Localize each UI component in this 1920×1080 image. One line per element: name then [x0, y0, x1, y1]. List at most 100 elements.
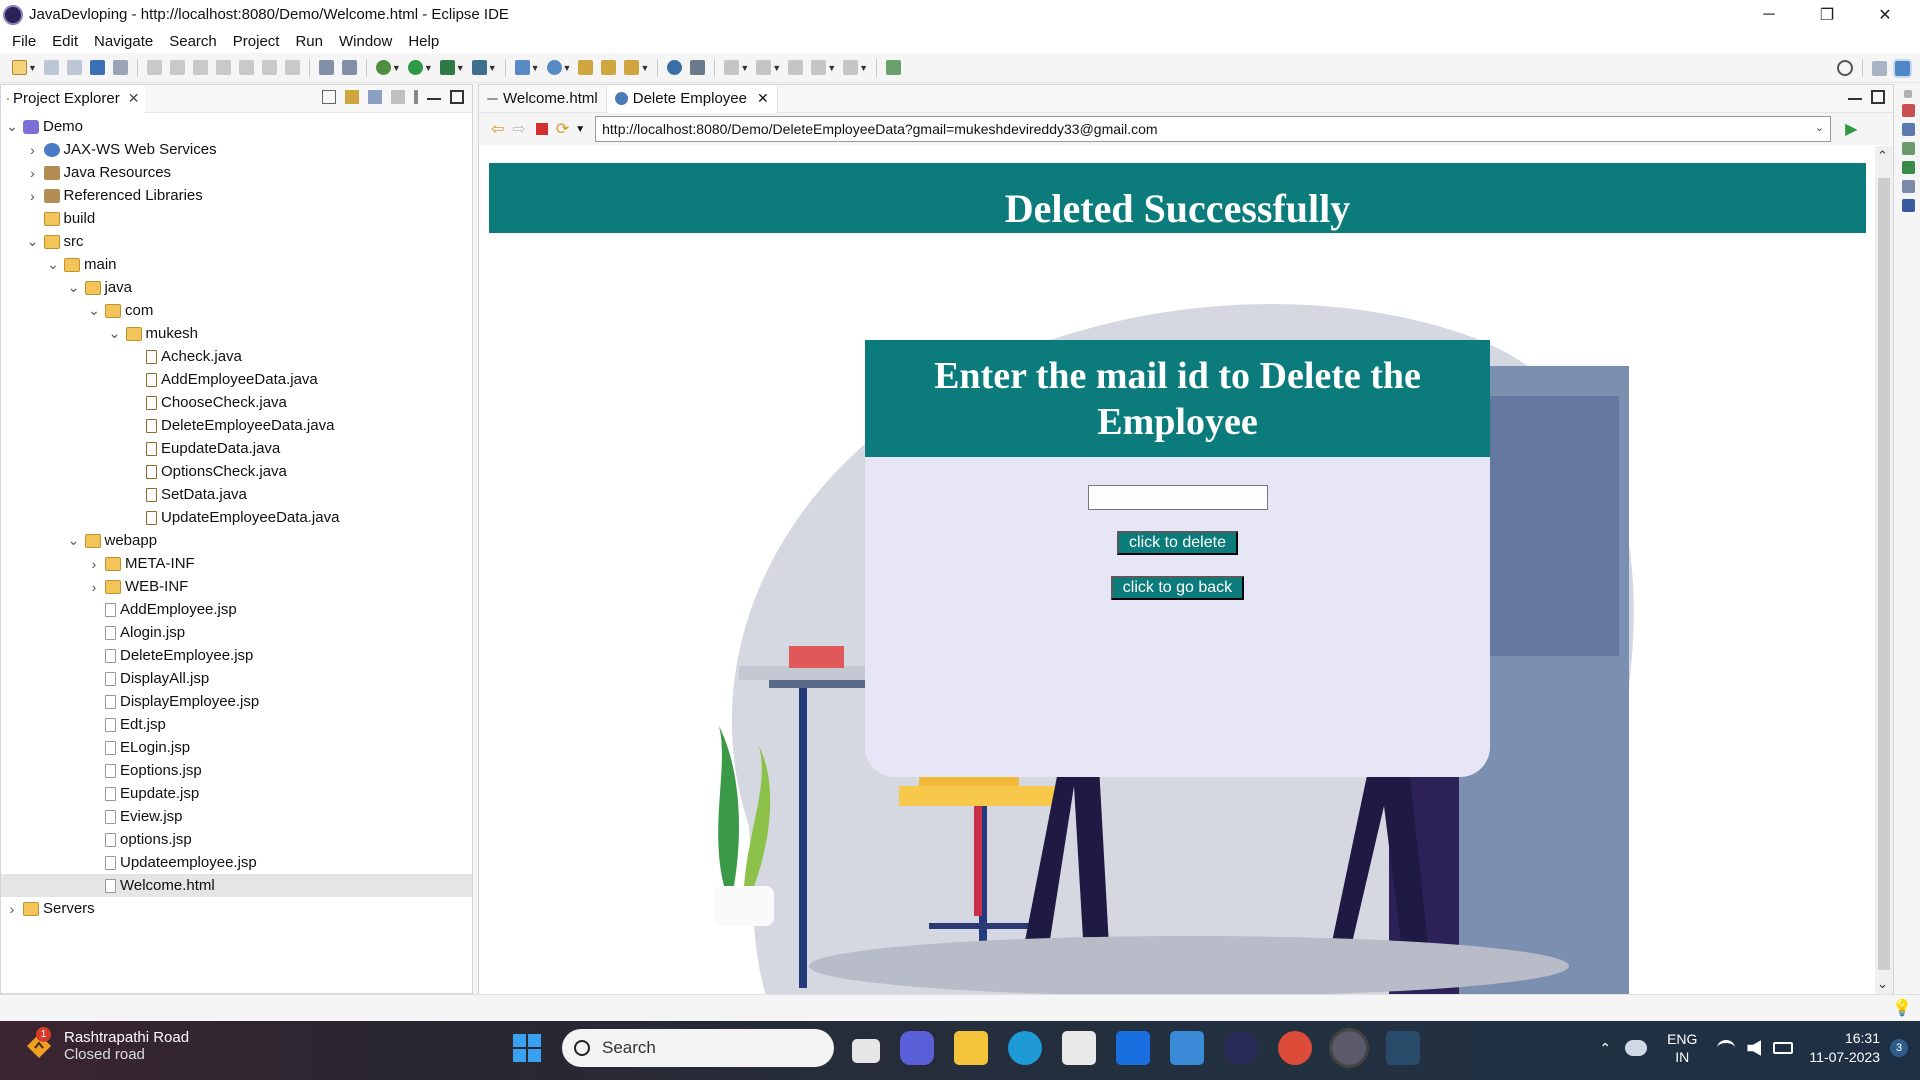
menu-edit[interactable]: Edit — [44, 33, 86, 50]
tree-item[interactable]: ⌄ webapp — [1, 529, 472, 552]
chevron-down-icon[interactable]: ⌄ — [87, 302, 101, 319]
chevron-down-icon[interactable]: ▼ — [28, 63, 37, 73]
tree-item[interactable]: DisplayAll.jsp — [1, 667, 472, 690]
previous-annotation-icon[interactable] — [756, 60, 772, 75]
open-type-icon[interactable] — [578, 60, 594, 75]
menu-search[interactable]: Search — [161, 33, 225, 50]
teams-chat-icon[interactable] — [900, 1031, 934, 1065]
forward-icon[interactable] — [843, 60, 859, 75]
chevron-down-icon[interactable]: ⌄ — [67, 279, 81, 296]
tree-item[interactable]: SetData.java — [1, 483, 472, 506]
collapse-all-icon[interactable] — [322, 90, 336, 104]
restore-views-icon[interactable] — [1904, 90, 1912, 98]
refresh-icon[interactable]: ⟳ — [556, 119, 569, 139]
tree-item[interactable]: ⌄ Demo — [1, 115, 472, 138]
weather-widget[interactable]: 1 Rashtrapathi Road Closed road — [24, 1027, 189, 1063]
scrollbar-thumb[interactable] — [1878, 178, 1890, 970]
email-input[interactable] — [1087, 485, 1268, 510]
tree-item[interactable]: options.jsp — [1, 828, 472, 851]
search-icon[interactable] — [1837, 60, 1853, 76]
tree-item[interactable]: ⌄ src — [1, 230, 472, 253]
new-class-icon[interactable] — [546, 60, 562, 75]
chevron-down-icon[interactable]: ▼ — [859, 63, 868, 73]
open-task-icon[interactable] — [601, 60, 617, 75]
menu-file[interactable]: File — [4, 33, 44, 50]
chevron-down-icon[interactable]: ▼ — [563, 63, 572, 73]
tree-item[interactable]: › Java Resources — [1, 161, 472, 184]
data-source-icon[interactable] — [1901, 161, 1915, 174]
chrome-icon[interactable] — [1278, 1031, 1312, 1065]
tree-item[interactable]: build — [1, 207, 472, 230]
properties-icon[interactable] — [1901, 123, 1915, 136]
chevron-right-icon[interactable]: › — [5, 901, 19, 917]
tree-item[interactable]: AddEmployeeData.java — [1, 368, 472, 391]
close-window-button[interactable]: ✕ — [1856, 0, 1914, 29]
tree-item[interactable]: OptionsCheck.java — [1, 460, 472, 483]
chevron-down-icon[interactable]: ▼ — [392, 63, 401, 73]
save-icon[interactable] — [43, 60, 59, 75]
tree-item[interactable]: ⌄ java — [1, 276, 472, 299]
chevron-down-icon[interactable]: ⌄ — [26, 233, 40, 250]
wifi-icon[interactable] — [1717, 1040, 1736, 1056]
chevron-down-icon[interactable]: ⌄ — [46, 256, 60, 273]
chevron-down-icon[interactable]: ▼ — [575, 124, 585, 135]
menu-project[interactable]: Project — [225, 33, 288, 50]
minimize-button[interactable]: ─ — [1740, 0, 1798, 29]
tree-item[interactable]: Edt.jsp — [1, 713, 472, 736]
new-java-project-icon[interactable] — [514, 60, 530, 75]
chevron-down-icon[interactable]: ▼ — [740, 63, 749, 73]
tree-item[interactable]: › JAX-WS Web Services — [1, 138, 472, 161]
close-icon[interactable]: ✕ — [128, 90, 140, 107]
vscode-icon[interactable] — [1386, 1031, 1420, 1065]
chevron-right-icon[interactable]: › — [26, 188, 40, 204]
step-into-icon[interactable] — [238, 60, 254, 75]
volume-icon[interactable] — [1747, 1040, 1762, 1056]
chevron-right-icon[interactable]: › — [26, 165, 40, 181]
file-explorer-icon[interactable] — [954, 1031, 988, 1065]
tree-item[interactable]: › WEB-INF — [1, 575, 472, 598]
back-arrow-icon[interactable]: ⇦ — [491, 119, 504, 139]
battery-icon[interactable] — [1773, 1042, 1794, 1054]
tree-item[interactable]: Updateemployee.jsp — [1, 851, 472, 874]
eclipse-running-icon[interactable] — [1329, 1028, 1369, 1068]
maximize-editor-icon[interactable] — [1871, 90, 1885, 104]
toggle-annotation-icon[interactable] — [690, 60, 706, 75]
chevron-down-icon[interactable]: ⌄ — [108, 325, 122, 342]
last-edit-icon[interactable] — [788, 60, 804, 75]
tree-item[interactable]: AddEmployee.jsp — [1, 598, 472, 621]
scroll-down-icon[interactable]: ⌄ — [1877, 976, 1888, 992]
minimize-editor-icon[interactable] — [1848, 98, 1862, 100]
task-view-icon[interactable] — [852, 1038, 880, 1063]
tree-item[interactable]: Alogin.jsp — [1, 621, 472, 644]
lightbulb-icon[interactable]: 💡 — [1892, 998, 1912, 1018]
search-tool-icon[interactable] — [624, 60, 640, 75]
chevron-right-icon[interactable]: › — [87, 556, 101, 572]
chevron-down-icon[interactable]: ▼ — [531, 63, 540, 73]
servers-icon[interactable] — [1901, 142, 1915, 155]
tree-item[interactable]: UpdateEmployeeData.java — [1, 506, 472, 529]
url-bar[interactable]: http://localhost:8080/Demo/DeleteEmploye… — [595, 116, 1832, 142]
menu-help[interactable]: Help — [400, 33, 447, 50]
format-icon[interactable] — [341, 60, 357, 75]
open-perspective-icon[interactable] — [1872, 60, 1887, 76]
tree-item[interactable]: Eupdate.jsp — [1, 782, 472, 805]
tree-item[interactable]: Welcome.html — [1, 874, 472, 897]
tab-delete-employee[interactable]: Delete Employee ✕ — [606, 84, 778, 113]
menu-navigate[interactable]: Navigate — [86, 33, 161, 50]
notification-badge[interactable]: 3 — [1890, 1039, 1908, 1057]
run-server-icon[interactable] — [439, 60, 455, 75]
console-icon[interactable] — [1901, 199, 1915, 212]
dropbox-icon[interactable] — [1116, 1031, 1150, 1065]
chevron-down-icon[interactable]: ⌄ — [5, 118, 19, 135]
pin-editor-icon[interactable] — [886, 60, 902, 75]
stop-icon[interactable] — [535, 123, 548, 135]
tree-item[interactable]: ⌄ mukesh — [1, 322, 472, 345]
minimize-panel-icon[interactable] — [427, 98, 441, 100]
tree-item[interactable]: › Referenced Libraries — [1, 184, 472, 207]
terminal-icon[interactable] — [89, 60, 105, 75]
skip-breakpoints-icon[interactable] — [112, 60, 128, 75]
chevron-down-icon[interactable]: ▼ — [640, 63, 649, 73]
new-icon[interactable] — [12, 60, 27, 75]
back-icon[interactable] — [811, 60, 827, 75]
tree-item[interactable]: DeleteEmployeeData.java — [1, 414, 472, 437]
